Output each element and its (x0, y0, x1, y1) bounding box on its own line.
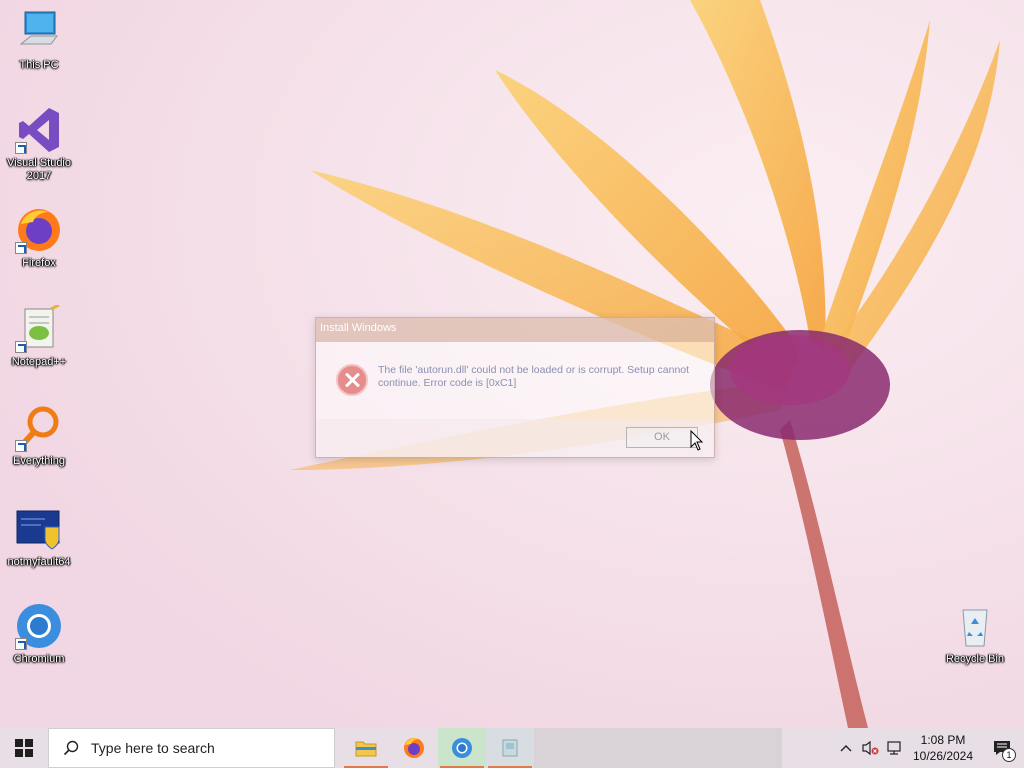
visual-studio-icon (15, 106, 63, 154)
notification-count-badge: 1 (1002, 748, 1016, 762)
search-icon (63, 740, 79, 756)
volume-muted-icon (862, 740, 879, 756)
start-button[interactable] (0, 728, 48, 768)
ok-button[interactable]: OK (626, 427, 698, 448)
desktop-icon-label: Everything (13, 455, 65, 467)
shortcut-arrow-icon (15, 440, 27, 452)
clock-date: 10/26/2024 (912, 749, 974, 763)
desktop-icon-visual-studio[interactable]: Visual Studio 2017 (0, 106, 78, 183)
notepadpp-icon (15, 303, 63, 353)
dialog-title: Install Windows (316, 318, 714, 342)
taskbar-window-preview[interactable] (534, 728, 782, 768)
taskbar-clock[interactable]: 1:08 PM 10/26/2024 (906, 732, 980, 764)
show-hidden-icons-button[interactable] (834, 728, 858, 768)
firefox-icon (15, 206, 63, 254)
setup-icon (502, 739, 518, 757)
desktop-icon-label: This PC (19, 59, 59, 71)
taskbar: Type here to search 1:08 PM 10/26/2024 1 (0, 728, 1024, 768)
taskbar-setup[interactable] (486, 728, 534, 768)
desktop-icon-label: Visual Studio 2017 (6, 157, 71, 182)
recycle-bin-icon (951, 602, 999, 650)
desktop-icon-label: Chromium (13, 653, 65, 665)
windows-logo-icon (15, 739, 33, 757)
chromium-icon (15, 602, 63, 650)
everything-search-icon (15, 404, 63, 452)
chromium-icon (452, 738, 472, 758)
desktop-icon-label: Firefox (22, 257, 56, 269)
desktop-icon-label: notmyfault64 (7, 556, 71, 568)
install-windows-dialog: Install Windows The file 'autorun.dll' c… (315, 317, 715, 458)
notmyfault-icon (15, 505, 63, 553)
desktop-icon-label: Notepad++ (11, 356, 67, 368)
action-center-button[interactable]: 1 (980, 728, 1024, 768)
desktop-icon-this-pc[interactable]: This PC (0, 8, 78, 72)
volume-button[interactable] (858, 728, 882, 768)
shortcut-arrow-icon (15, 638, 27, 650)
desktop-icon-notepadpp[interactable]: Notepad++ (0, 303, 78, 369)
computer-icon (15, 8, 63, 56)
taskbar-chromium[interactable] (438, 728, 486, 768)
system-tray: 1:08 PM 10/26/2024 1 (834, 728, 1024, 768)
desktop-icon-recycle-bin[interactable]: Recycle Bin (936, 602, 1014, 666)
desktop-icon-everything[interactable]: Everything (0, 404, 78, 468)
dialog-body: The file 'autorun.dll' could not be load… (316, 342, 714, 396)
taskbar-firefox[interactable] (390, 728, 438, 768)
desktop-icon-firefox[interactable]: Firefox (0, 206, 78, 270)
clock-time: 1:08 PM (920, 733, 966, 747)
shortcut-arrow-icon (15, 341, 27, 353)
dialog-message: The file 'autorun.dll' could not be load… (378, 364, 690, 389)
taskbar-search-box[interactable]: Type here to search (48, 728, 335, 768)
desktop-icon-chromium[interactable]: Chromium (0, 602, 78, 666)
firefox-icon (404, 738, 424, 758)
shortcut-arrow-icon (15, 142, 27, 154)
dialog-footer: OK (316, 419, 714, 457)
desktop-icon-notmyfault[interactable]: notmyfault64 (0, 505, 78, 569)
network-button[interactable] (882, 728, 906, 768)
network-icon (887, 741, 901, 755)
chevron-up-icon (840, 745, 852, 752)
shortcut-arrow-icon (15, 242, 27, 254)
taskbar-file-explorer[interactable] (342, 728, 390, 768)
desktop-icon-label: Recycle Bin (945, 653, 1005, 665)
error-icon (336, 364, 368, 396)
search-placeholder: Type here to search (91, 740, 215, 756)
mouse-cursor-icon (690, 429, 704, 452)
file-explorer-icon (355, 741, 377, 757)
